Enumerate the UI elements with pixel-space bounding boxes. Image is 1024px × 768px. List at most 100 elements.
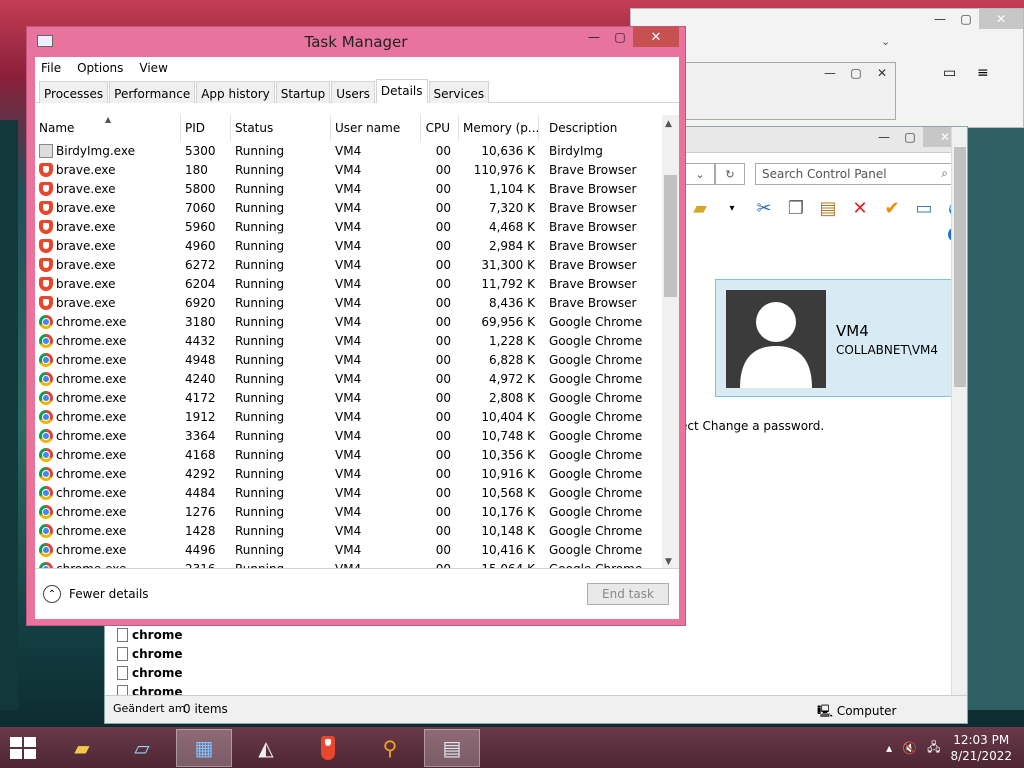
maximize-icon[interactable]: ▢ (953, 9, 979, 29)
column-memory[interactable]: Memory (p... (459, 115, 539, 141)
menu-icon[interactable]: ≡ (977, 65, 989, 81)
chrome-icon (39, 314, 53, 329)
cell-status: Running (235, 238, 285, 253)
column-user-name[interactable]: User name (331, 115, 421, 141)
user-account-card[interactable]: VM4 COLLABNET\VM4 (715, 279, 955, 397)
dropdown-icon[interactable]: ⌄ (685, 163, 715, 185)
table-row[interactable]: chrome.exe 1276 Running VM4 00 10,176 K Google… (35, 502, 679, 521)
menu-options[interactable]: Options (77, 61, 123, 75)
table-row[interactable]: chrome.exe 4496 Running VM4 00 10,416 K Google… (35, 540, 679, 559)
minimize-icon[interactable]: — (581, 27, 607, 47)
scroll-up-icon[interactable]: ▲ (665, 119, 672, 129)
control-panel-scrollbar[interactable] (951, 127, 967, 723)
cell-description: Brave Browser (549, 219, 637, 234)
cell-user: VM4 (335, 466, 362, 481)
table-row[interactable]: chrome.exe 4432 Running VM4 00 1,228 K Google … (35, 331, 679, 350)
scroll-down-icon[interactable]: ▼ (665, 557, 672, 567)
taskbar-birdyimg[interactable]: ◭ (238, 729, 294, 767)
tab-users[interactable]: Users (331, 81, 375, 103)
delete-icon[interactable]: ✕ (847, 195, 873, 221)
clock[interactable]: 12:03 PM 8/21/2022 (950, 732, 1012, 764)
table-row[interactable]: brave.exe 180 Running VM4 00 110,976 K Brave B… (35, 160, 679, 179)
tab-app-history[interactable]: App history (196, 81, 275, 103)
column-pid[interactable]: PID (181, 115, 231, 141)
process-name: chrome.exe (56, 561, 127, 569)
chevron-down-icon[interactable]: ⌄ (881, 35, 890, 48)
end-task-button[interactable]: End task (587, 583, 669, 605)
taskbar-file-explorer[interactable]: ▰ (54, 729, 110, 767)
maximize-icon[interactable]: ▢ (897, 127, 923, 147)
cell-description: BirdyImg (549, 143, 603, 158)
network-icon[interactable]: 🖧 (927, 738, 940, 759)
table-row[interactable]: brave.exe 5960 Running VM4 00 4,468 K Brave Br… (35, 217, 679, 236)
menu-view[interactable]: View (139, 61, 167, 75)
close-icon[interactable]: ✕ (979, 9, 1023, 29)
table-row[interactable]: chrome.exe 4292 Running VM4 00 10,916 K Google… (35, 464, 679, 483)
table-row[interactable]: brave.exe 6920 Running VM4 00 8,436 K Brave Br… (35, 293, 679, 312)
table-row[interactable]: brave.exe 6204 Running VM4 00 11,792 K Brave B… (35, 274, 679, 293)
speaker-muted-icon[interactable]: 🔇 (902, 741, 917, 755)
table-row[interactable]: chrome.exe 1428 Running VM4 00 10,148 K Google… (35, 521, 679, 540)
list-item[interactable]: chrome (117, 644, 183, 663)
table-row[interactable]: chrome.exe 3364 Running VM4 00 10,748 K Google… (35, 426, 679, 445)
table-row[interactable]: chrome.exe 4240 Running VM4 00 4,972 K Google … (35, 369, 679, 388)
close-icon[interactable]: ✕ (633, 27, 679, 47)
table-row[interactable]: brave.exe 5800 Running VM4 00 1,104 K Brave Br… (35, 179, 679, 198)
list-item[interactable]: chrome (117, 663, 183, 682)
table-row[interactable]: chrome.exe 2316 Running VM4 00 15,064 K Google… (35, 559, 679, 569)
table-row[interactable]: chrome.exe 4172 Running VM4 00 2,808 K Google … (35, 388, 679, 407)
tab-details[interactable]: Details (375, 79, 428, 103)
refresh-icon[interactable]: ↻ (715, 163, 745, 185)
change-password-text[interactable]: ect Change a password. (680, 419, 824, 433)
taskbar-notepad[interactable]: ▱ (114, 729, 170, 767)
scroll-thumb[interactable] (954, 147, 966, 387)
process-scrollbar[interactable]: ▲ ▼ (662, 115, 679, 568)
maximize-icon[interactable]: ▢ (843, 63, 869, 83)
table-row[interactable]: chrome.exe 3180 Running VM4 00 69,956 K Google… (35, 312, 679, 331)
task-manager-window[interactable]: Task Manager — ▢ ✕ File Options View Pro… (26, 26, 686, 626)
cell-name: brave.exe (35, 276, 181, 291)
minimize-icon[interactable]: — (927, 9, 953, 29)
column-cpu[interactable]: CPU (421, 115, 459, 141)
column-status[interactable]: Status (231, 115, 331, 141)
chevron-down-icon[interactable]: ▾ (719, 195, 745, 221)
close-icon[interactable]: ✕ (869, 63, 895, 83)
cut-icon[interactable]: ✂ (751, 195, 777, 221)
properties-icon[interactable]: ▭ (911, 195, 937, 221)
wallet-icon[interactable]: ▭ (943, 65, 956, 81)
copy-icon[interactable]: ❐ (783, 195, 809, 221)
folder-icon[interactable]: ▰ (687, 195, 713, 221)
table-row[interactable]: chrome.exe 4948 Running VM4 00 6,828 K Google … (35, 350, 679, 369)
minimize-icon[interactable]: — (871, 127, 897, 147)
table-row[interactable]: brave.exe 7060 Running VM4 00 7,320 K Brave Br… (35, 198, 679, 217)
search-icon[interactable]: ⌕ (941, 166, 948, 181)
search-input[interactable]: Search Control Panel ⌕ (755, 163, 955, 185)
fewer-details-button[interactable]: ⌃ Fewer details (43, 585, 149, 603)
brave-icon (39, 219, 53, 234)
menu-file[interactable]: File (41, 61, 61, 75)
column-description[interactable]: Description (539, 115, 665, 141)
table-row[interactable]: chrome.exe 1912 Running VM4 00 10,404 K Google… (35, 407, 679, 426)
maximize-icon[interactable]: ▢ (607, 27, 633, 47)
tray-expand-icon[interactable]: ▴ (886, 741, 892, 755)
paste-icon[interactable]: ▤ (815, 195, 841, 221)
taskbar-brave[interactable] (300, 729, 356, 767)
tab-startup[interactable]: Startup (275, 81, 331, 103)
table-row[interactable]: brave.exe 4960 Running VM4 00 2,984 K Brave Br… (35, 236, 679, 255)
minimize-icon[interactable]: — (817, 63, 843, 83)
check-icon[interactable]: ✔ (879, 195, 905, 221)
table-row[interactable]: brave.exe 6272 Running VM4 00 31,300 K Brave B… (35, 255, 679, 274)
list-item[interactable]: chrome (117, 625, 183, 644)
table-row[interactable]: chrome.exe 4168 Running VM4 00 10,356 K Google… (35, 445, 679, 464)
tab-processes[interactable]: Processes (39, 81, 109, 103)
table-row[interactable]: BirdyImg.exe 5300 Running VM4 00 10,636 K Bird… (35, 141, 679, 160)
tab-services[interactable]: Services (428, 81, 490, 103)
task-manager-titlebar[interactable]: Task Manager — ▢ ✕ (27, 27, 685, 55)
table-row[interactable]: chrome.exe 4484 Running VM4 00 10,568 K Google… (35, 483, 679, 502)
scroll-thumb[interactable] (664, 175, 677, 297)
taskbar-search[interactable]: ⚲ (362, 729, 418, 767)
start-button[interactable] (10, 737, 38, 759)
taskbar-control-panel[interactable]: ▦ (176, 729, 232, 767)
tab-performance[interactable]: Performance (109, 81, 196, 103)
taskbar-task-manager[interactable]: ▤ (424, 729, 480, 767)
